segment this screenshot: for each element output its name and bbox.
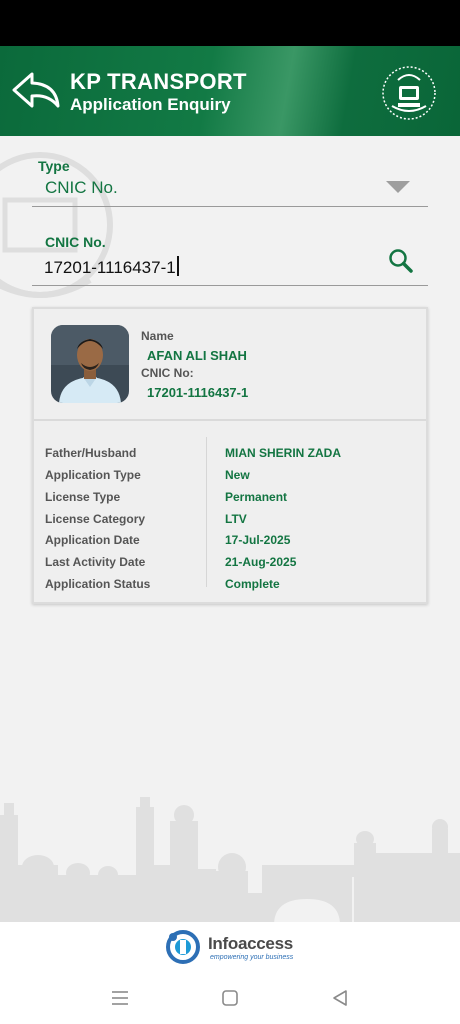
card-cnic-value: 17201-1116437-1 (147, 385, 249, 400)
applicant-summary: Name AFAN ALI SHAH CNIC No: 17201-111643… (34, 309, 426, 421)
details-divider (206, 437, 207, 587)
detail-value: MIAN SHERIN ZADA (225, 446, 341, 460)
cnic-label: CNIC No. (45, 234, 106, 250)
search-icon[interactable] (386, 246, 416, 276)
detail-value: LTV (225, 512, 247, 526)
detail-label: Application Status (45, 577, 151, 591)
application-details: Father/Husband MIAN SHERIN ZADA Applicat… (34, 423, 426, 604)
brand-tagline: empowering your business (210, 954, 294, 961)
card-cnic-label: CNIC No: (141, 366, 194, 380)
detail-label: License Category (45, 512, 146, 526)
detail-value: 21-Aug-2025 (225, 555, 297, 569)
cnic-input[interactable]: 17201-1116437-1 (44, 256, 374, 280)
detail-label: Last Activity Date (45, 555, 146, 569)
detail-value: Complete (225, 577, 280, 591)
detail-label: License Type (45, 490, 121, 504)
kp-emblem-icon (382, 66, 436, 120)
cnic-underline (32, 285, 428, 286)
app-subtitle: Application Enquiry (70, 95, 231, 114)
text-cursor (176, 256, 179, 276)
back-arrow-icon[interactable] (10, 70, 62, 110)
infoaccess-logo-icon (166, 930, 200, 964)
detail-label: Application Date (45, 533, 140, 547)
home-icon[interactable] (218, 986, 242, 1010)
footer-brand: Infoaccess empowering your business (0, 922, 460, 972)
detail-value: 17-Jul-2025 (225, 533, 291, 547)
detail-value: Permanent (225, 490, 288, 504)
detail-value: New (225, 468, 250, 482)
back-triangle-icon[interactable] (328, 986, 352, 1010)
brand-name: Infoaccess (208, 934, 293, 953)
detail-label: Father/Husband (45, 446, 137, 460)
app-title: KP TRANSPORT (70, 69, 247, 94)
name-label: Name (141, 329, 174, 343)
cnic-input-value: 17201-1116437-1 (44, 258, 176, 277)
dropdown-arrow-icon[interactable] (386, 181, 410, 193)
menu-icon[interactable] (108, 986, 132, 1010)
applicant-name: AFAN ALI SHAH (147, 348, 247, 363)
app-header: KP TRANSPORT Application Enquiry (0, 46, 460, 136)
system-navigation-bar (0, 972, 460, 1024)
type-label: Type (38, 158, 70, 174)
detail-label: Application Type (45, 468, 141, 482)
city-skyline-illustration (0, 797, 460, 925)
applicant-photo (51, 325, 129, 403)
status-bar (0, 0, 460, 46)
type-underline (32, 206, 428, 207)
type-select-value[interactable]: CNIC No. (45, 178, 118, 198)
application-card: Name AFAN ALI SHAH CNIC No: 17201-111643… (32, 307, 428, 604)
infoaccess-logo: Infoaccess empowering your business (166, 930, 296, 964)
